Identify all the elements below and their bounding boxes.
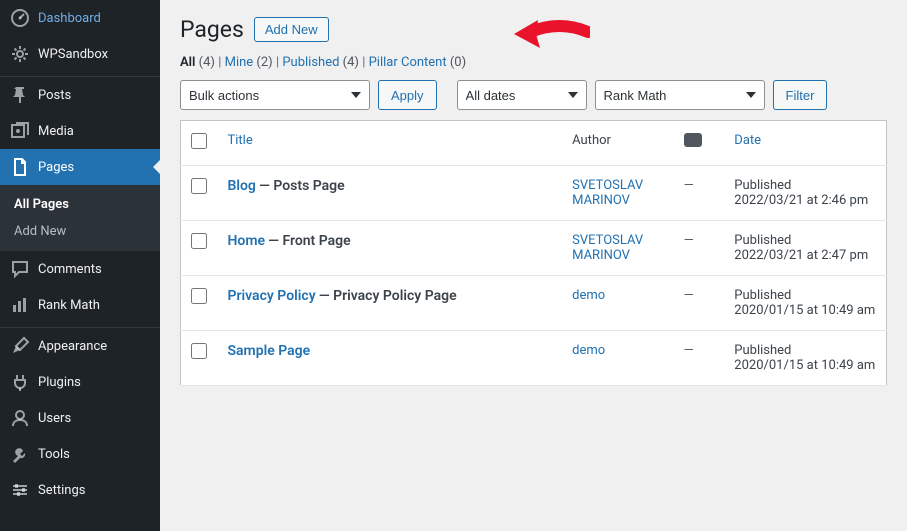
menu-media[interactable]: Media	[0, 113, 160, 149]
menu-label: Settings	[38, 483, 85, 498]
gear-icon	[10, 44, 30, 64]
bulk-actions-select[interactable]: Bulk actions	[180, 80, 370, 110]
plug-icon	[10, 372, 30, 392]
menu-dashboard[interactable]: Dashboard	[0, 0, 160, 36]
author-link[interactable]: SVETOSLAV MARINOV	[572, 178, 643, 208]
menu-label: Dashboard	[38, 11, 101, 26]
chart-icon	[10, 295, 30, 315]
add-new-button[interactable]: Add New	[254, 17, 329, 42]
page-title: Pages	[180, 16, 244, 43]
menu-label: Posts	[38, 88, 71, 103]
page-icon	[10, 157, 30, 177]
view-published[interactable]: Published	[282, 55, 339, 70]
menu-label: Comments	[38, 262, 102, 277]
page-title-link[interactable]: Privacy Policy	[227, 288, 315, 304]
view-all[interactable]: All	[180, 55, 195, 70]
comment-icon	[10, 259, 30, 279]
view-filters: All (4) | Mine (2) | Published (4) | Pil…	[180, 55, 887, 70]
menu-label: Media	[38, 124, 74, 139]
view-count: (2)	[256, 55, 272, 70]
menu-label: Plugins	[38, 375, 81, 390]
author-link[interactable]: demo	[572, 288, 605, 303]
date-status: Published	[734, 343, 791, 358]
comments-count: —	[684, 343, 694, 358]
menu-tools[interactable]: Tools	[0, 436, 160, 472]
menu-label: WPSandbox	[38, 47, 108, 62]
admin-sidebar: Dashboard WPSandbox Posts Media Pages All Pag…	[0, 0, 160, 531]
menu-comments[interactable]: Comments	[0, 251, 160, 287]
comments-icon	[684, 133, 702, 147]
menu-plugins[interactable]: Plugins	[0, 364, 160, 400]
menu-users[interactable]: Users	[0, 400, 160, 436]
submenu: All PagesAdd New	[0, 185, 160, 251]
row-checkbox[interactable]	[191, 178, 207, 194]
menu-label: Appearance	[38, 339, 107, 354]
page-title-link[interactable]: Sample Page	[227, 343, 310, 359]
row-checkbox[interactable]	[191, 343, 207, 359]
rank-math-filter-select[interactable]: Rank Math	[595, 80, 765, 110]
submenu-all-pages[interactable]: All Pages	[0, 191, 160, 218]
pin-icon	[10, 85, 30, 105]
row-checkbox[interactable]	[191, 288, 207, 304]
menu-label: Pages	[38, 160, 74, 175]
tablenav-top: Bulk actions Apply All dates Rank Math F…	[180, 80, 887, 110]
column-author-label: Author	[572, 133, 611, 148]
pages-table: Title Author Date Blog — Posts Page SVETO…	[180, 120, 887, 386]
column-title-sort[interactable]: Title	[227, 133, 252, 148]
page-title-link[interactable]: Blog	[227, 178, 255, 194]
wrench-icon	[10, 444, 30, 464]
column-date-sort[interactable]: Date	[734, 133, 761, 148]
sliders-icon	[10, 480, 30, 500]
table-row: Home — Front Page SVETOSLAV MARINOV — Publi…	[181, 221, 887, 276]
date-status: Published	[734, 288, 791, 303]
author-link[interactable]: SVETOSLAV MARINOV	[572, 233, 643, 263]
dashboard-icon	[10, 8, 30, 28]
view-count: (4)	[199, 55, 215, 70]
table-row: Privacy Policy — Privacy Policy Page demo…	[181, 276, 887, 331]
page-title-link[interactable]: Home	[227, 233, 265, 249]
date-value: 2022/03/21 at 2:47 pm	[734, 248, 868, 263]
filter-button[interactable]: Filter	[773, 80, 828, 110]
date-value: 2020/01/15 at 10:49 am	[734, 303, 875, 318]
menu-pages[interactable]: Pages	[0, 149, 160, 185]
date-status: Published	[734, 233, 791, 248]
table-row: Blog — Posts Page SVETOSLAV MARINOV — Publi…	[181, 166, 887, 221]
date-status: Published	[734, 178, 791, 193]
date-value: 2022/03/21 at 2:46 pm	[734, 193, 868, 208]
menu-rank-math[interactable]: Rank Math	[0, 287, 160, 323]
brush-icon	[10, 336, 30, 356]
menu-label: Users	[38, 411, 71, 426]
comments-count: —	[684, 288, 694, 303]
main-content: Pages Add New All (4) | Mine (2) | Publi…	[160, 0, 907, 531]
comments-count: —	[684, 178, 694, 193]
menu-label: Tools	[38, 447, 70, 462]
view-mine[interactable]: Mine	[225, 55, 254, 70]
apply-button[interactable]: Apply	[378, 80, 437, 110]
table-row: Sample Page demo — Published2020/01/15 at 1…	[181, 331, 887, 386]
post-state: — Posts Page	[259, 178, 345, 194]
media-icon	[10, 121, 30, 141]
menu-appearance[interactable]: Appearance	[0, 328, 160, 364]
author-link[interactable]: demo	[572, 343, 605, 358]
submenu-add-new[interactable]: Add New	[0, 218, 160, 245]
view-count: (0)	[450, 55, 466, 70]
post-state: — Privacy Policy Page	[319, 288, 457, 304]
menu-label: Rank Math	[38, 298, 100, 313]
view-pillar-content[interactable]: Pillar Content	[369, 55, 447, 70]
date-filter-select[interactable]: All dates	[457, 80, 587, 110]
view-count: (4)	[343, 55, 359, 70]
select-all-checkbox[interactable]	[191, 133, 207, 149]
menu-posts[interactable]: Posts	[0, 77, 160, 113]
user-icon	[10, 408, 30, 428]
post-state: — Front Page	[268, 233, 350, 249]
menu-wpsandbox[interactable]: WPSandbox	[0, 36, 160, 72]
menu-settings[interactable]: Settings	[0, 472, 160, 508]
annotation-arrow-icon	[510, 14, 590, 54]
row-checkbox[interactable]	[191, 233, 207, 249]
date-value: 2020/01/15 at 10:49 am	[734, 358, 875, 373]
comments-count: —	[684, 233, 694, 248]
